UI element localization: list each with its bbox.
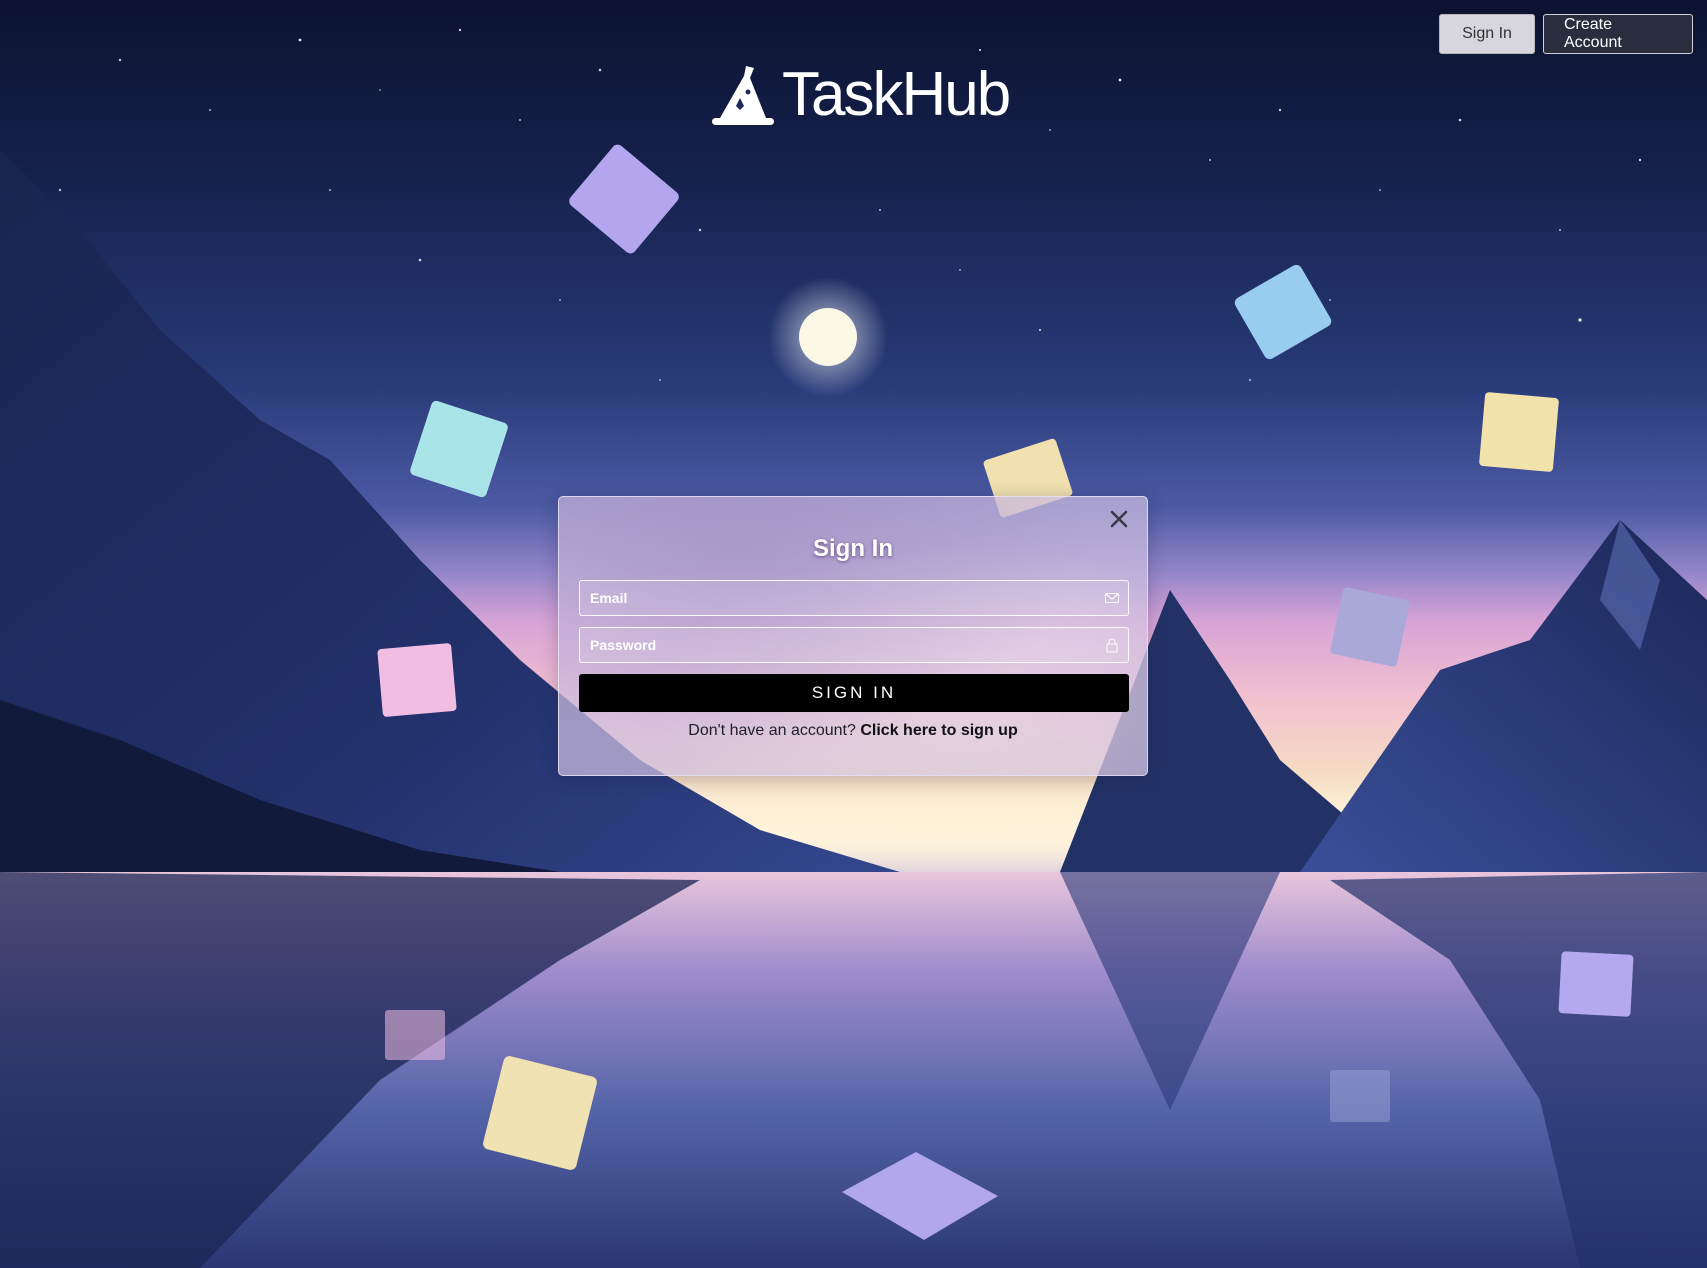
brand-name: TaskHub xyxy=(782,60,1011,129)
sticky-note-pink xyxy=(377,643,457,717)
sign-in-button-top[interactable]: Sign In xyxy=(1439,14,1535,54)
brand-logo: TaskHub xyxy=(710,60,1011,129)
close-icon[interactable] xyxy=(1107,507,1131,531)
sticky-note-pink-reflection xyxy=(385,1010,445,1060)
moon xyxy=(799,308,857,366)
sign-in-page: Sign In Create Account TaskHub Sign In E… xyxy=(0,0,1707,1268)
wizard-hat-icon xyxy=(712,66,774,125)
lock-icon xyxy=(1106,638,1118,653)
mail-icon xyxy=(1105,593,1119,603)
email-input[interactable] xyxy=(580,581,1128,615)
sticky-note-lavender xyxy=(1330,587,1410,667)
signup-link[interactable]: Click here to sign up xyxy=(860,722,1017,739)
password-input[interactable] xyxy=(580,628,1128,662)
create-account-button[interactable]: Create Account xyxy=(1543,14,1693,54)
sticky-note-yellow xyxy=(1479,392,1559,472)
signup-prompt-line: Don't have an account? Click here to sig… xyxy=(559,722,1147,740)
sign-in-modal: Sign In SIGN IN Don't have an account? C… xyxy=(558,496,1148,776)
signup-prompt-text: Don't have an account? xyxy=(688,722,856,739)
sticky-note-purple xyxy=(569,144,679,254)
sticky-note-blue xyxy=(1234,264,1332,360)
email-field xyxy=(579,580,1129,616)
sticky-note-lavender-reflection xyxy=(1330,1070,1390,1122)
modal-title: Sign In xyxy=(813,535,893,562)
password-field xyxy=(579,627,1129,663)
sticky-note-cyan xyxy=(410,400,508,498)
sticky-note-purple-water xyxy=(1558,951,1634,1017)
top-nav: Sign In Create Account xyxy=(1439,14,1693,54)
sign-in-submit-button[interactable]: SIGN IN xyxy=(579,674,1129,712)
